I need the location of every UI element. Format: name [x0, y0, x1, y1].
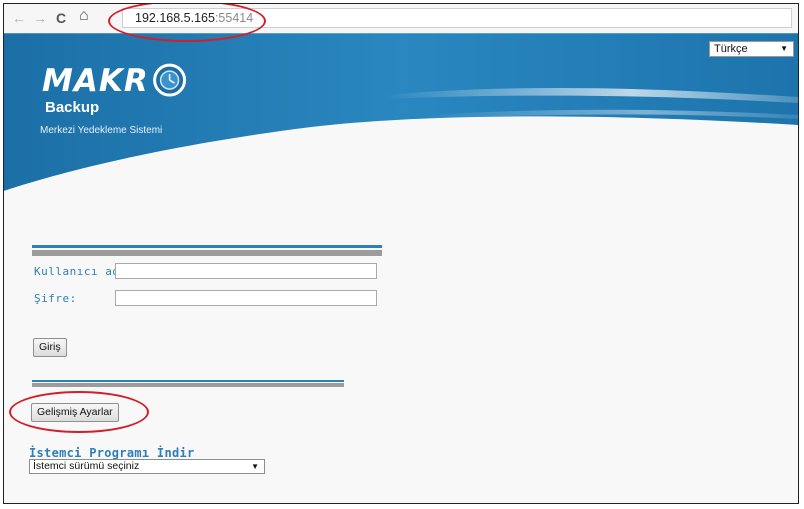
back-icon[interactable]: ←: [12, 9, 26, 27]
reload-icon[interactable]: C: [56, 9, 66, 27]
download-title: İstemci Programı İndir: [29, 446, 195, 460]
username-field[interactable]: [115, 263, 377, 279]
makro-logo: MAKR Backup: [42, 63, 149, 116]
client-version-select[interactable]: İstemci sürümü seçiniz ▼: [29, 459, 265, 474]
dropdown-arrow-icon: ▼: [251, 462, 259, 471]
language-value: Türkçe: [714, 43, 748, 55]
login-button[interactable]: Giriş: [33, 338, 67, 357]
divider-bottom: [32, 380, 344, 382]
client-version-value: İstemci sürümü seçiniz: [33, 460, 140, 472]
web-page: Türkçe ▼ MAKR Backup Merkezi Yedekleme S…: [4, 33, 798, 503]
language-select[interactable]: Türkçe ▼: [709, 41, 794, 57]
forward-icon[interactable]: →: [33, 9, 47, 27]
divider-grey: [32, 250, 382, 256]
advanced-annotation-circle: [9, 391, 149, 433]
divider-bottom-grey: [32, 383, 344, 387]
logo-subtitle: Backup: [45, 99, 100, 116]
password-label: Şifre:: [34, 292, 77, 305]
dropdown-arrow-icon: ▼: [780, 44, 788, 53]
header-banner: [4, 33, 798, 191]
tagline: Merkezi Yedekleme Sistemi: [40, 125, 163, 136]
screenshot-frame: ← → C ⌂ 192.168.5.165:55414 Türkçe ▼ MAK…: [3, 3, 799, 504]
password-field[interactable]: [115, 290, 377, 306]
clock-globe-icon: [153, 63, 187, 97]
divider-top: [32, 245, 382, 248]
home-icon[interactable]: ⌂: [79, 7, 89, 25]
logo-text: MAKR: [42, 63, 149, 99]
